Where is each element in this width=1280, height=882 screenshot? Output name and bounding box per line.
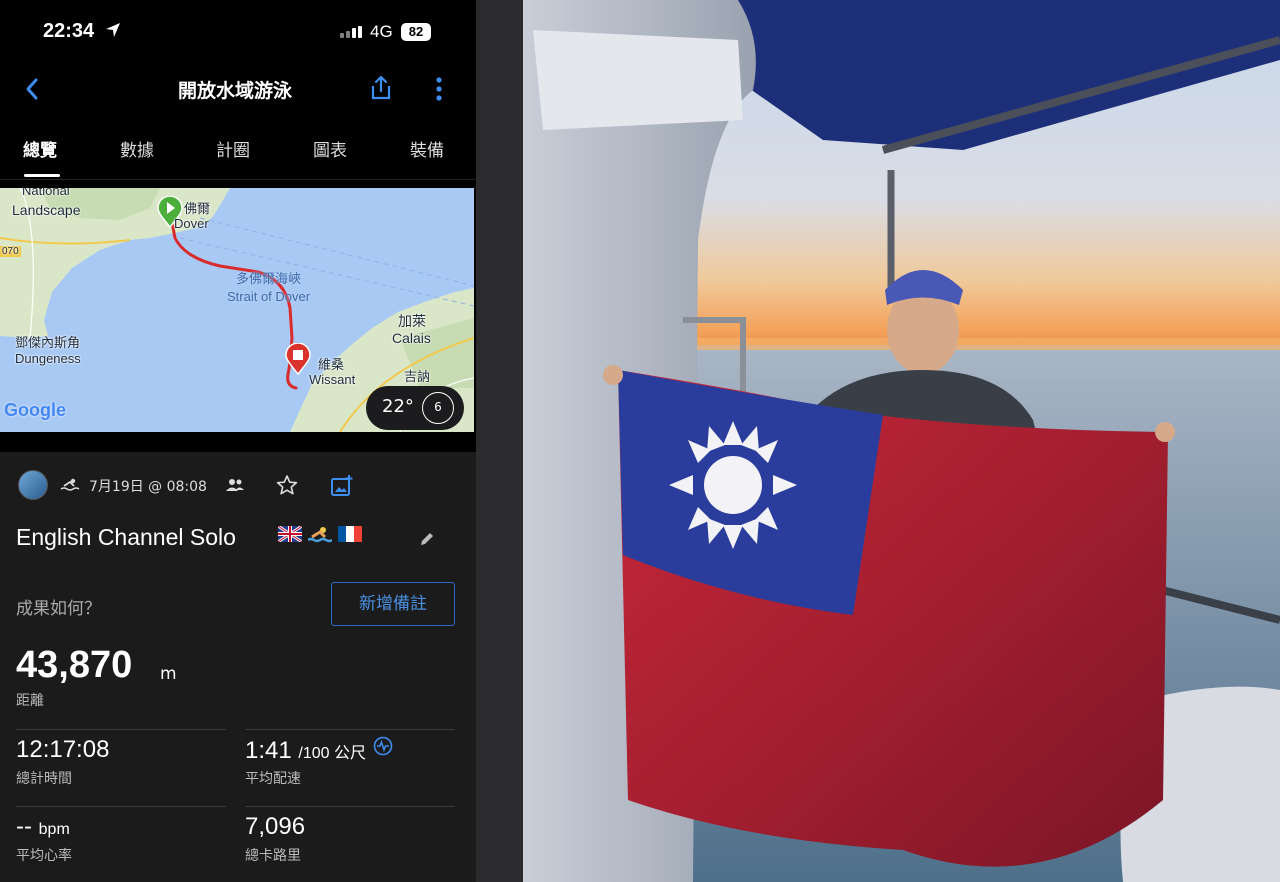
map-label-dover-zh: 佛爾 — [184, 201, 211, 216]
swimmer-flag-photo — [523, 0, 1280, 882]
stat-calories: 7,096 總卡路里 — [245, 806, 455, 882]
finish-pin-icon[interactable] — [285, 343, 311, 375]
activity-title: English Channel Solo — [16, 524, 236, 550]
map-label-wissant-zh: 維桑 — [318, 357, 345, 372]
avg-hr: -- bpm — [16, 813, 70, 841]
avg-pace: 1:41 /100 公尺 — [245, 736, 393, 765]
edit-pencil-icon[interactable] — [418, 530, 436, 548]
avg-hr-unit: bpm — [38, 821, 70, 838]
activity-date: 7月19日 @ 08:08 — [89, 479, 207, 495]
tab-overview[interactable]: 總覽 — [23, 136, 57, 161]
google-logo: Google — [4, 400, 66, 420]
add-photo-icon[interactable] — [330, 474, 354, 498]
activity-details: 7月19日 @ 08:08 English Channel Solo 成果如何？… — [0, 452, 476, 882]
temperature: 22° — [382, 396, 414, 417]
status-bar: 22:34 4G 82 — [0, 0, 476, 60]
signal-bars-icon — [340, 26, 362, 38]
distance-unit: m — [160, 664, 177, 684]
page-title: 開放水域游泳 — [177, 80, 292, 102]
weather-badge[interactable]: 22° 6 — [366, 386, 464, 430]
stat-avg-pace: 1:41 /100 公尺 平均配速 — [245, 729, 455, 805]
map-label-calais-en: Calais — [392, 330, 431, 346]
map-label-landscape: Landscape — [12, 202, 81, 218]
swimmer-icon — [307, 526, 333, 548]
avg-pace-label: 平均配速 — [245, 771, 301, 787]
stat-total-time: 12:17:08 總計時間 — [16, 729, 226, 805]
map-label-national: National — [22, 188, 70, 198]
panel-divider — [476, 0, 523, 882]
map-label-strait-en: Strait of Dover — [227, 289, 311, 304]
avg-pace-value: 1:41 — [245, 737, 292, 764]
total-time-label: 總計時間 — [16, 771, 72, 787]
stat-avg-hr: -- bpm 平均心率 — [16, 806, 226, 882]
calories-label: 總卡路里 — [245, 848, 301, 864]
france-flag-icon — [338, 526, 362, 542]
share-icon[interactable] — [368, 74, 394, 102]
uk-flag-icon — [278, 526, 302, 542]
map-label-road: 070 — [0, 246, 21, 257]
calories-value: 7,096 — [245, 813, 306, 840]
distance-value: 43,870 — [16, 644, 133, 686]
location-arrow-icon — [106, 23, 120, 37]
flag-sun-icon — [669, 421, 797, 549]
map-label-dover-en: Dover — [174, 216, 209, 231]
avg-hr-label: 平均心率 — [16, 848, 72, 864]
tab-gear[interactable]: 裝備 — [410, 136, 444, 161]
phone-screen: 22:34 4G 82 開放水域游泳 總覽 數據 計圈 圖表 裝備 Nation… — [0, 0, 476, 882]
map-label-calais-zh: 加萊 — [398, 313, 426, 329]
avatar[interactable] — [18, 470, 48, 500]
people-icon[interactable] — [226, 478, 244, 492]
star-icon[interactable] — [276, 474, 298, 496]
status-time: 22:34 — [43, 20, 95, 42]
tab-bar: 總覽 數據 計圈 圖表 裝備 — [0, 120, 476, 180]
map-label-dungeness-zh: 鄧傑內斯角 — [15, 335, 81, 350]
network-type: 4G — [370, 22, 393, 41]
wind-speed-indicator: 6 — [422, 392, 454, 424]
map-label-wissant-en: Wissant — [309, 372, 356, 387]
total-time-value: 12:17:08 — [16, 736, 110, 763]
tab-charts[interactable]: 圖表 — [313, 136, 347, 161]
swim-icon — [60, 478, 80, 491]
more-options-icon[interactable] — [432, 76, 446, 102]
add-note-button[interactable]: 新增備註 — [331, 582, 455, 626]
title-emojis — [278, 526, 362, 548]
how-did-it-go-prompt: 成果如何？ — [16, 599, 101, 619]
tab-data[interactable]: 數據 — [120, 136, 154, 161]
map-label-dungeness-en: Dungeness — [15, 351, 81, 366]
battery-indicator: 82 — [401, 23, 431, 41]
pace-info-icon[interactable] — [373, 736, 393, 756]
nav-bar: 開放水域游泳 — [0, 60, 476, 120]
avg-pace-unit: /100 公尺 — [298, 745, 366, 762]
map-label-jixun: 吉訥 — [404, 369, 431, 384]
tab-laps[interactable]: 計圈 — [216, 136, 250, 161]
photo-scene — [523, 0, 1280, 882]
distance-label: 距離 — [16, 693, 44, 709]
map-label-strait-zh: 多佛爾海峽 — [236, 271, 302, 286]
active-tab-indicator — [24, 174, 60, 177]
avg-hr-value: -- — [16, 813, 32, 840]
